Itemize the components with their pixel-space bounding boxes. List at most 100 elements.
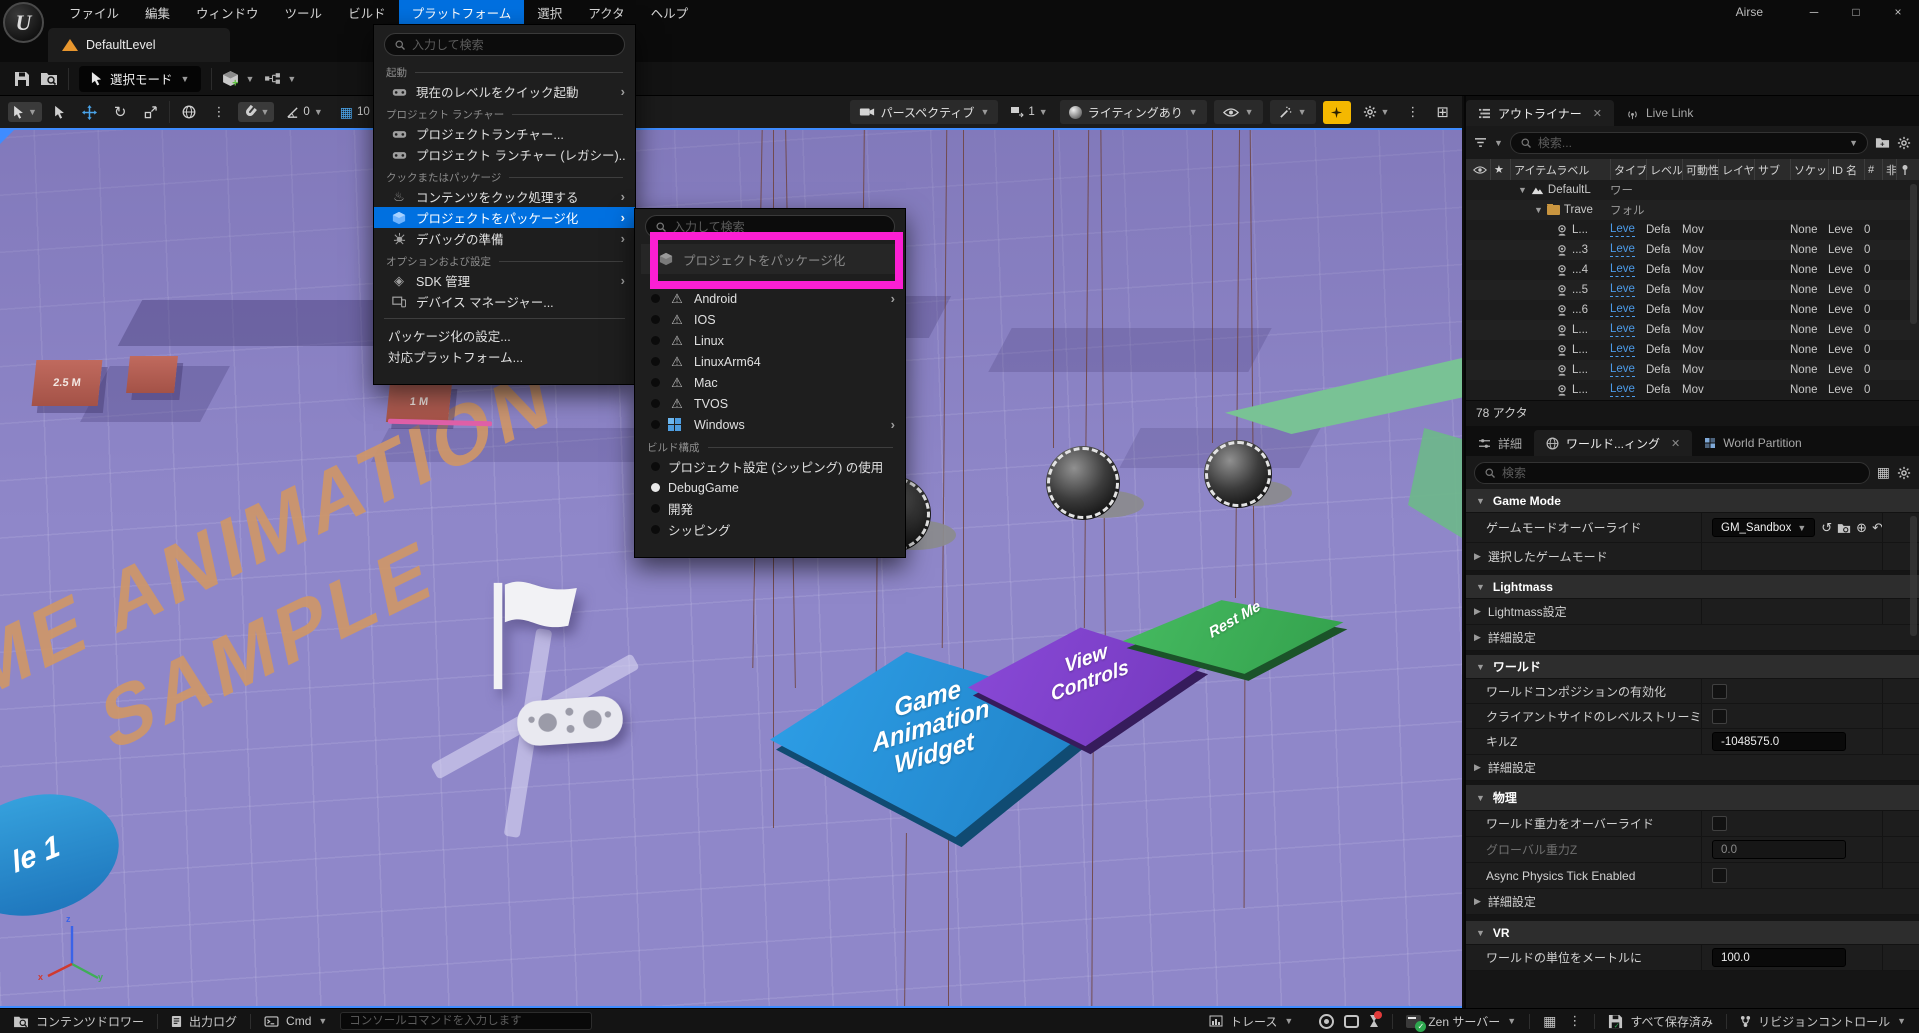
outliner-row-world[interactable]: ▼DefaultL ワー	[1466, 180, 1919, 200]
console-command-input[interactable]	[349, 1015, 583, 1027]
col-visibility[interactable]	[1466, 159, 1490, 180]
filter-icon[interactable]	[1474, 137, 1487, 148]
camera-speed-button[interactable]: 1▼	[1005, 103, 1052, 121]
platform-item-tvos[interactable]: ⚠ TVOS	[635, 393, 905, 414]
save-button[interactable]	[14, 71, 30, 87]
zen-server-dropdown[interactable]: Zen サーバー▼	[1393, 1009, 1529, 1033]
col-pin[interactable]	[1896, 159, 1919, 180]
menu-actor[interactable]: アクタ	[575, 0, 637, 24]
outliner-row-actor[interactable]: L...LeveDefaMovNoneLeve0	[1466, 360, 1919, 380]
platform-item-ios[interactable]: ⚠ IOS	[635, 309, 905, 330]
details-search[interactable]	[1474, 462, 1870, 484]
output-log-button[interactable]: 出力ログ	[158, 1009, 250, 1033]
col-sub[interactable]: サブ	[1754, 159, 1790, 180]
cmd-dropdown[interactable]: Cmd▼	[251, 1009, 340, 1033]
content-browser-button[interactable]	[40, 71, 58, 86]
cinematic-mode-button[interactable]	[1323, 101, 1351, 124]
details-settings-gear-icon[interactable]	[1897, 466, 1911, 480]
section-world[interactable]: ▼ワールド	[1466, 655, 1919, 679]
outliner-scrollbar[interactable]	[1910, 184, 1917, 324]
revision-control-dropdown[interactable]: リビジョンコントロール▼	[1727, 1009, 1919, 1033]
maximize-button[interactable]: □	[1835, 0, 1877, 24]
killz-input[interactable]: -1048575.0	[1712, 732, 1846, 751]
rotation-snap-button[interactable]: 0▼	[281, 103, 327, 122]
outliner-row-actor[interactable]: L...LeveDefaMovNoneLeve0	[1466, 220, 1919, 240]
trace-dropdown[interactable]: トレース▼	[1196, 1009, 1306, 1033]
move-tool-button[interactable]	[77, 102, 102, 123]
outliner-settings-gear-icon[interactable]	[1897, 136, 1911, 150]
menu-platforms[interactable]: プラットフォーム	[399, 0, 525, 24]
section-vr[interactable]: ▼VR	[1466, 921, 1919, 945]
add-actor-button[interactable]: + ▼	[222, 70, 254, 87]
close-button[interactable]: ×	[1877, 0, 1919, 24]
details-search-input[interactable]	[1502, 466, 1860, 480]
col-count[interactable]: #	[1864, 159, 1882, 180]
outliner-row-actor[interactable]: ...6LeveDefaMovNoneLeve0	[1466, 300, 1919, 320]
platform-item-mac[interactable]: ⚠ Mac	[635, 372, 905, 393]
scale-tool-button[interactable]	[139, 103, 162, 122]
surface-snap-menu[interactable]: ⋮	[208, 101, 231, 123]
outliner-row-actor[interactable]: ...4LeveDefaMovNoneLeve0	[1466, 260, 1919, 280]
tab-outliner[interactable]: アウトライナー ✕	[1466, 100, 1614, 126]
viewport-settings-button[interactable]: ▼	[1358, 102, 1395, 122]
section-lightmass[interactable]: ▼Lightmass	[1466, 575, 1919, 599]
world-composition-checkbox[interactable]	[1712, 684, 1727, 699]
use-selected-icon[interactable]: ↺	[1821, 520, 1832, 536]
col-id-name[interactable]: ID 名	[1828, 159, 1864, 180]
viewport-more-menu[interactable]: ⋮	[1401, 101, 1424, 123]
insights-icon[interactable]	[1319, 1014, 1334, 1029]
outliner-row-actor[interactable]: L...LeveDefaMovNoneLeve0	[1466, 380, 1919, 400]
menu-build[interactable]: ビルド	[335, 0, 399, 24]
outliner-row-actor[interactable]: L...LeveDefaMovNoneLeve0	[1466, 340, 1919, 360]
menu-item-cook-content[interactable]: ♨ コンテンツをクック処理する›	[374, 186, 635, 207]
details-scrollbar[interactable]	[1910, 516, 1917, 636]
platform-item-android[interactable]: ⚠ Android›	[635, 288, 905, 309]
section-game-mode[interactable]: ▼Game Mode	[1466, 489, 1919, 513]
platform-item-linux[interactable]: ⚠ Linux	[635, 330, 905, 351]
close-tab-icon[interactable]: ✕	[1671, 437, 1680, 450]
outliner-row-actor[interactable]: L...LeveDefaMovNoneLeve0	[1466, 320, 1919, 340]
menu-tools[interactable]: ツール	[272, 0, 336, 24]
filter-chevron[interactable]: ▼	[1494, 138, 1503, 148]
client-streaming-checkbox[interactable]	[1712, 709, 1727, 724]
col-type[interactable]: タイプ	[1610, 159, 1646, 180]
build-item-debuggame[interactable]: DebugGame	[635, 477, 905, 498]
tab-live-link[interactable]: Live Link	[1614, 100, 1705, 126]
tab-world-partition[interactable]: World Partition	[1692, 430, 1813, 456]
outliner-search[interactable]: ▼	[1510, 132, 1868, 154]
search-options-chevron[interactable]: ▼	[1849, 138, 1858, 148]
display-options-icon[interactable]: ▦	[1877, 464, 1890, 481]
quad-view-button[interactable]: ⊞	[1431, 100, 1454, 124]
minimize-button[interactable]: ─	[1793, 0, 1835, 24]
blueprints-button[interactable]: ▼	[264, 72, 296, 85]
menu-item-device-manager[interactable]: デバイス マネージャー...	[374, 291, 635, 312]
col-item-label[interactable]: アイテムラベル	[1510, 159, 1610, 180]
snap-toggle-button[interactable]: ▼	[238, 102, 275, 122]
select-mode-dropdown[interactable]: 選択モード ▼	[79, 66, 201, 92]
tab-details[interactable]: 詳細	[1466, 430, 1534, 456]
console-command-field[interactable]	[340, 1012, 592, 1030]
world-coord-button[interactable]	[177, 102, 201, 122]
menu-select[interactable]: 選択	[524, 0, 575, 24]
platform-item-linuxarm64[interactable]: ⚠ LinuxArm64	[635, 351, 905, 372]
menu-search[interactable]	[384, 33, 625, 56]
row-world-advanced[interactable]: ▶詳細設定	[1466, 755, 1919, 781]
build-item-use-project-settings[interactable]: プロジェクト設定 (シッピング) の使用	[635, 456, 905, 477]
outliner-row-folder[interactable]: ▼Trave フォル	[1466, 200, 1919, 220]
menu-item-project-launcher-legacy[interactable]: プロジェクト ランチャー (レガシー)...	[374, 144, 635, 165]
browse-asset-icon[interactable]	[1837, 522, 1851, 534]
add-new-icon[interactable]: ⊕	[1856, 520, 1867, 536]
menu-item-sdk-management[interactable]: ◈ SDK 管理›	[374, 270, 635, 291]
col-hidden[interactable]: 非表示	[1882, 159, 1896, 180]
gamemode-override-dropdown[interactable]: GM_Sandbox▼	[1712, 518, 1815, 537]
content-drawer-button[interactable]: コンテンツドロワー	[0, 1009, 157, 1033]
perspective-dropdown[interactable]: パースペクティブ▼	[850, 100, 999, 124]
menu-file[interactable]: ファイル	[56, 0, 132, 24]
show-flags-dropdown[interactable]: ▼	[1214, 100, 1263, 124]
snapshot-icon[interactable]	[1344, 1015, 1359, 1028]
new-folder-icon[interactable]: +	[1875, 136, 1890, 149]
preview-effects-dropdown[interactable]: ▼	[1270, 100, 1316, 124]
build-item-shipping[interactable]: シッピング	[635, 519, 905, 540]
menu-edit[interactable]: 編集	[132, 0, 183, 24]
section-physics[interactable]: ▼物理	[1466, 785, 1919, 811]
